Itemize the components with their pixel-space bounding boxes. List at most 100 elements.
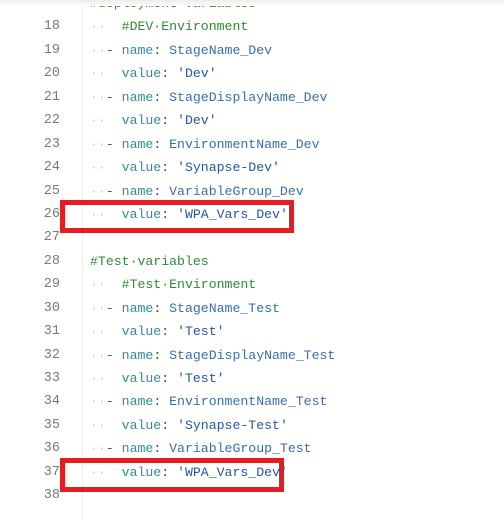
line-code: ·· value: 'Test' [90, 320, 225, 343]
token-ws: ·· [90, 160, 122, 176]
token-ws: ·· [90, 89, 106, 105]
line-number: 18 [43, 19, 60, 35]
line-number: 38 [43, 488, 60, 504]
code-line[interactable]: 32 ··- name: StageDisplayName_Test [0, 344, 504, 367]
token-dash: - [105, 441, 122, 457]
line-number: 30 [43, 300, 60, 316]
token-string: 'Synapse-Test' [177, 417, 288, 433]
token-punct: : [153, 394, 170, 410]
token-dash: - [105, 89, 122, 105]
line-code: ·· #Test·Environment [90, 273, 256, 296]
token-ws: ·· [90, 277, 122, 293]
token-punct: : [153, 441, 170, 457]
token-ws: ·· [90, 66, 122, 82]
code-line[interactable]: 34 ··- name: EnvironmentName_Test [0, 390, 504, 413]
token-dash: - [105, 183, 122, 199]
line-number: 25 [43, 183, 60, 199]
code-line[interactable]: 19 ··- name: StageName_Dev [0, 39, 504, 62]
token-key: name [121, 300, 154, 316]
token-punct: : [161, 66, 178, 82]
token-comment: #DEV·Environment [121, 19, 249, 35]
token-ws: ·· [90, 19, 122, 35]
token-ident: VariableGroup_Test [169, 441, 312, 457]
line-number: 33 [43, 371, 60, 386]
code-line[interactable]: 31 ·· value: 'Test' [0, 320, 504, 343]
token-ws: ·· [90, 441, 106, 457]
line-number: 24 [43, 160, 60, 176]
token-string: 'Test' [177, 324, 225, 340]
line-number: 34 [43, 394, 60, 410]
token-punct: : [153, 136, 170, 152]
token-punct: : [153, 300, 170, 316]
line-number: 32 [43, 347, 60, 363]
token-dash: - [105, 42, 122, 58]
highlight-box-test-variable-group [60, 458, 284, 492]
token-punct: : [161, 113, 178, 129]
line-code: ··- name: StageDisplayName_Test [90, 344, 335, 367]
code-line[interactable]: 29 ·· #Test·Environment [0, 273, 504, 296]
token-punct: : [153, 89, 170, 105]
token-key: value [121, 113, 162, 129]
token-dash: - [105, 394, 122, 410]
token-key: name [121, 136, 154, 152]
line-number: 27 [43, 230, 60, 246]
line-number: 23 [43, 136, 60, 152]
line-number: 26 [43, 206, 60, 222]
token-ws: ·· [90, 42, 106, 58]
line-code: ··- name: StageDisplayName_Dev [90, 86, 327, 109]
code-line[interactable]: 18 ·· #DEV·Environment [0, 15, 504, 38]
token-comment: #Test·Environment [121, 277, 257, 293]
code-line[interactable]: 22 ·· value: 'Dev' [0, 109, 504, 132]
line-code: ··- name: EnvironmentName_Dev [90, 133, 320, 156]
line-number: 21 [43, 89, 60, 105]
token-dash: - [105, 136, 122, 152]
token-punct: : [161, 371, 178, 386]
token-ident: StageName_Test [169, 300, 280, 316]
highlight-box-dev-variable-group [60, 200, 294, 233]
code-line[interactable]: 28 #Test·variables [0, 250, 504, 273]
token-ident: EnvironmentName_Test [169, 394, 328, 410]
code-line[interactable]: 30 ··- name: StageName_Test [0, 297, 504, 320]
token-string: 'Dev' [177, 113, 217, 129]
token-key: value [121, 417, 162, 433]
token-key: name [121, 441, 154, 457]
code-line[interactable]: 35 ·· value: 'Synapse-Test' [0, 414, 504, 437]
code-editor[interactable]: 17#deployment variables18·· #DEV·Environ… [0, 0, 504, 508]
token-punct: : [153, 183, 170, 199]
line-number: 22 [43, 113, 60, 129]
line-number: 35 [43, 417, 60, 433]
code-line[interactable]: 20 ·· value: 'Dev' [0, 62, 504, 85]
token-ws: ·· [90, 324, 122, 340]
token-punct: : [153, 42, 170, 58]
token-punct: : [153, 347, 170, 363]
token-key: value [121, 371, 162, 386]
line-code: ··- name: StageName_Test [90, 297, 280, 320]
code-line[interactable]: 33 ·· value: 'Test' [0, 367, 504, 390]
line-code: ·· value: 'Dev' [90, 62, 217, 85]
code-line[interactable]: 24 ·· value: 'Synapse-Dev' [0, 156, 504, 179]
line-code: ·· value: 'Synapse-Test' [90, 414, 288, 437]
line-number: 37 [43, 464, 60, 480]
line-code: ·· #DEV·Environment [90, 15, 248, 38]
token-punct: : [161, 324, 178, 340]
token-ident: StageDisplayName_Test [169, 347, 336, 363]
token-punct: : [161, 417, 178, 433]
top-shadow [0, 0, 504, 6]
line-code: ·· value: 'Synapse-Dev' [90, 156, 280, 179]
token-key: value [121, 66, 162, 82]
line-code: #Test·variables [90, 250, 209, 273]
token-ident: VariableGroup_Dev [169, 183, 304, 199]
line-number: 29 [43, 277, 60, 293]
line-code: ·· value: 'Test' [90, 367, 225, 390]
code-line[interactable]: 23 ··- name: EnvironmentName_Dev [0, 133, 504, 156]
token-ws: ·· [90, 183, 106, 199]
token-string: 'Dev' [177, 66, 217, 82]
token-string: 'Synapse-Dev' [177, 160, 280, 176]
token-ws: ·· [90, 113, 122, 129]
code-line[interactable]: 21 ··- name: StageDisplayName_Dev [0, 86, 504, 109]
token-ws: ·· [90, 394, 106, 410]
token-string: 'Test' [177, 371, 225, 386]
line-code: ··- name: StageName_Dev [90, 39, 272, 62]
token-key: value [121, 324, 162, 340]
token-ws: ·· [90, 136, 106, 152]
